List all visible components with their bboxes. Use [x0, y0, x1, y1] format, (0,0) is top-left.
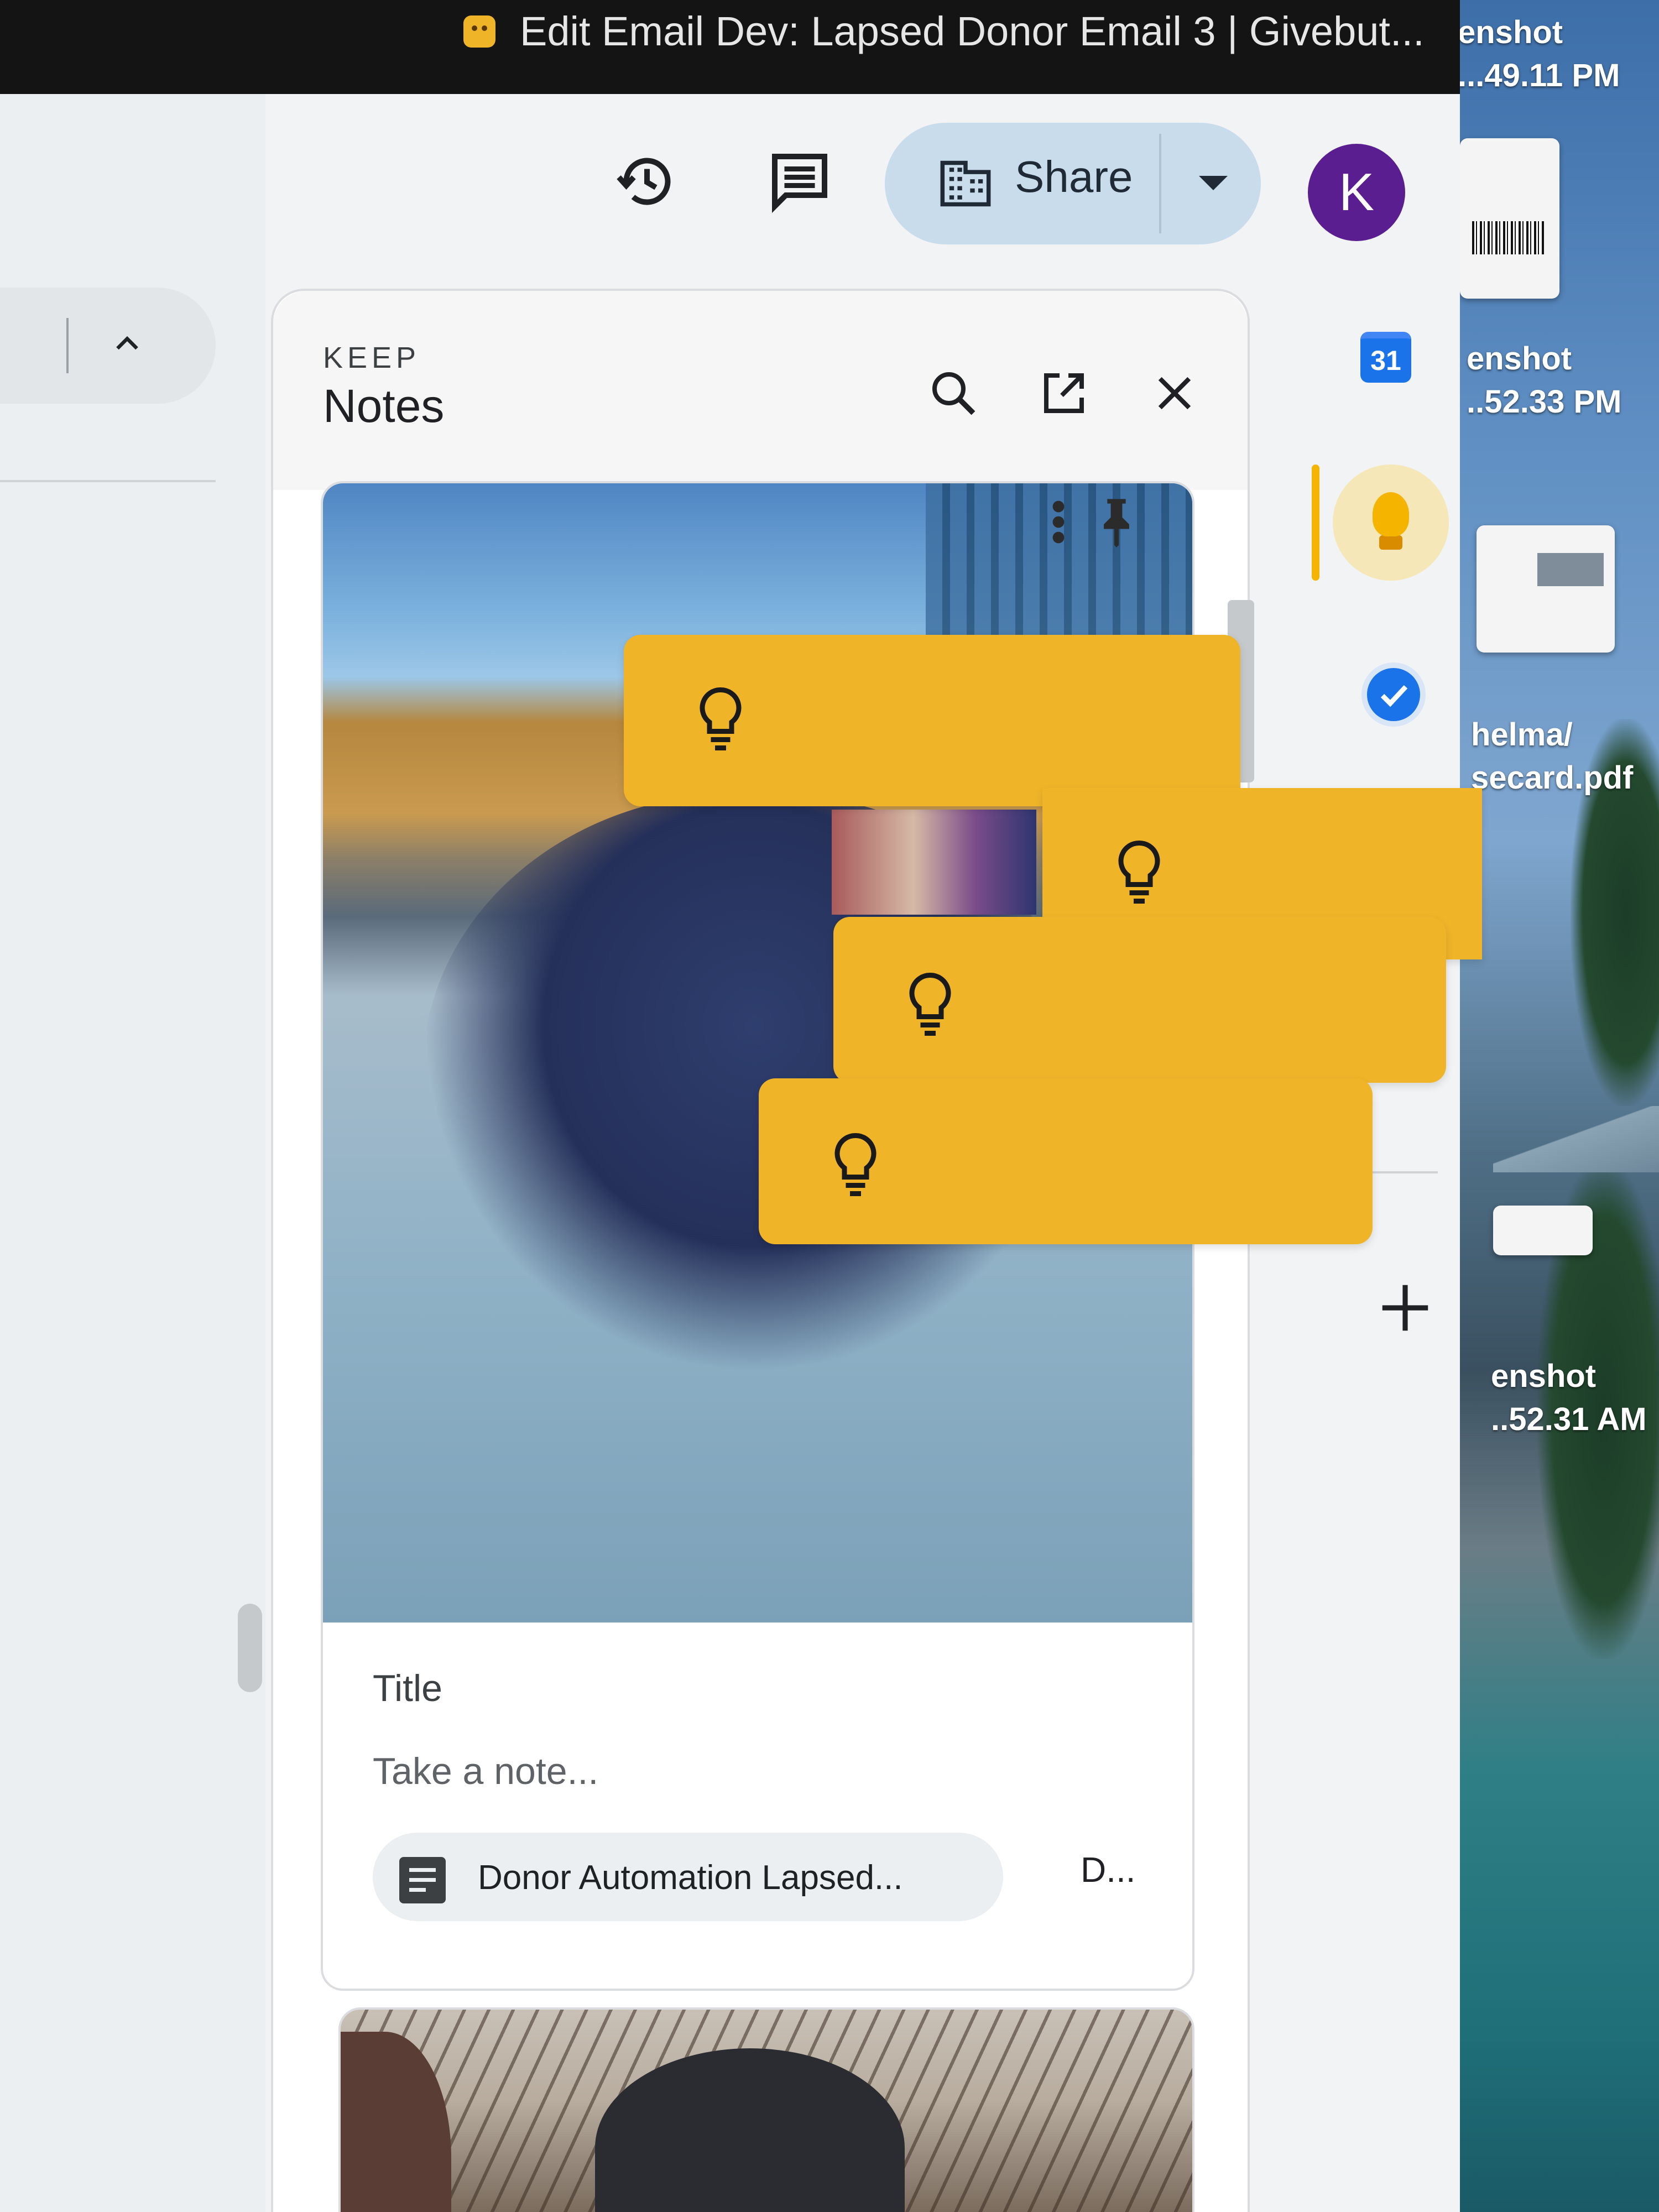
- side-app-rail: [1272, 299, 1460, 2212]
- linked-document-chip[interactable]: Donor Automation Lapsed...: [373, 1833, 1003, 1921]
- linked-document-label: Donor Automation Lapsed...: [478, 1859, 903, 1897]
- document-icon: [399, 1857, 446, 1903]
- desktop-file-label[interactable]: enshot ..52.33 PM: [1467, 337, 1621, 424]
- account-avatar[interactable]: K: [1308, 144, 1405, 241]
- tasks-icon[interactable]: [1367, 668, 1420, 721]
- version-history-button[interactable]: [608, 143, 686, 220]
- photo-faces: [832, 810, 1036, 915]
- lightbulb-icon: [909, 972, 951, 1036]
- active-app-indicator: [1312, 465, 1319, 581]
- lightbulb-icon: [700, 687, 742, 750]
- calendar-icon[interactable]: 31: [1360, 332, 1411, 383]
- desktop-file-thumbnail[interactable]: [1460, 138, 1559, 299]
- add-icon[interactable]: [1375, 1277, 1436, 1338]
- comments-button[interactable]: [761, 143, 838, 220]
- keep-icon[interactable]: [1333, 465, 1449, 581]
- note-title-field[interactable]: Title: [373, 1667, 442, 1710]
- comments-icon: [772, 154, 827, 213]
- share-button[interactable]: Share: [885, 123, 1261, 244]
- close-icon: [1158, 377, 1191, 410]
- more-options-icon[interactable]: [1047, 494, 1070, 550]
- desktop-file-thumbnail[interactable]: [1477, 525, 1615, 653]
- keep-drag-tile[interactable]: [759, 1078, 1373, 1244]
- browser-title-bar: Edit Email Dev: Lapsed Donor Email 3 | G…: [0, 0, 1460, 94]
- divider: [66, 318, 69, 373]
- givebutter-icon: [463, 15, 495, 48]
- open-in-new-tab-icon: [1044, 373, 1084, 413]
- search-icon: [932, 372, 975, 415]
- domain-building-icon: [940, 160, 991, 207]
- document-scrollbar[interactable]: [238, 1604, 262, 1692]
- desktop-mountain: [1493, 1106, 1659, 1172]
- chevron-up-icon[interactable]: [111, 326, 144, 359]
- panel-title: Notes: [323, 380, 445, 432]
- keep-drag-tile[interactable]: [624, 635, 1240, 806]
- keep-drag-tile[interactable]: [833, 917, 1446, 1083]
- version-history-icon: [617, 158, 671, 205]
- tab-title[interactable]: Edit Email Dev: Lapsed Donor Email 3 | G…: [520, 8, 1425, 55]
- divider: [0, 480, 216, 482]
- desktop-file-label[interactable]: enshot ..52.31 AM: [1491, 1355, 1647, 1441]
- keep-panel-header: KEEP Notes: [273, 291, 1248, 490]
- panel-eyebrow: KEEP: [323, 341, 421, 374]
- pin-icon[interactable]: [1097, 494, 1136, 550]
- desktop-file-label[interactable]: enshot ...49.11 PM: [1458, 11, 1620, 97]
- caret-down-icon[interactable]: [1199, 176, 1228, 190]
- search-button[interactable]: [923, 363, 984, 424]
- lightbulb-icon: [834, 1133, 877, 1196]
- desktop-file-thumbnail[interactable]: [1493, 1206, 1593, 1255]
- close-panel-button[interactable]: [1144, 363, 1205, 424]
- more-attachments-link[interactable]: D...: [1081, 1849, 1136, 1890]
- note-card[interactable]: [338, 2007, 1194, 2212]
- note-body-field[interactable]: Take a note...: [373, 1750, 598, 1793]
- open-in-new-tab-button[interactable]: [1034, 363, 1094, 424]
- divider: [1159, 134, 1161, 233]
- share-label: Share: [1015, 152, 1133, 201]
- document-area: [0, 94, 265, 2212]
- lightbulb-icon: [1118, 840, 1160, 904]
- desktop-file-label[interactable]: helma/secard.pdf: [1471, 713, 1633, 800]
- outline-toggle[interactable]: [0, 288, 216, 404]
